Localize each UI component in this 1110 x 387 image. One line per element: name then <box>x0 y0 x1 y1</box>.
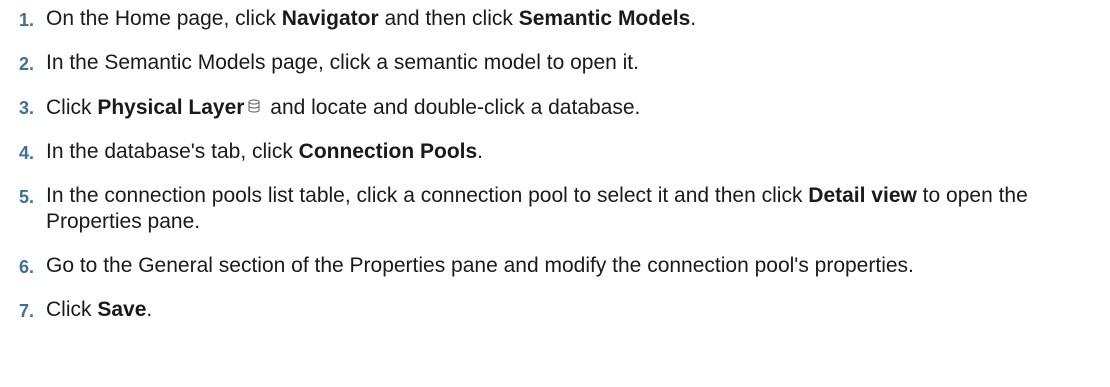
step-3: 3. Click Physical Layer and locate and d… <box>0 94 1110 121</box>
step-number: 3. <box>18 98 34 118</box>
step-5: 5. In the connection pools list table, c… <box>0 183 1110 235</box>
save-label: Save <box>97 298 147 321</box>
step-number: 1. <box>18 10 34 30</box>
step-number: 2. <box>18 54 34 74</box>
detail-view-label: Detail view <box>808 184 917 207</box>
step-number: 5. <box>18 187 34 207</box>
database-icon <box>248 94 261 120</box>
step-2: 2. In the Semantic Models page, click a … <box>0 50 1110 76</box>
procedure-steps: 1. On the Home page, click Navigator and… <box>0 0 1110 323</box>
connection-pools-label: Connection Pools <box>298 140 478 163</box>
step-7: 7. Click Save. <box>0 297 1110 323</box>
physical-layer-label: Physical Layer <box>97 96 245 119</box>
step-6: 6. Go to the General section of the Prop… <box>0 253 1110 279</box>
step-4: 4. In the database's tab, click Connecti… <box>0 139 1110 165</box>
step-1: 1. On the Home page, click Navigator and… <box>0 6 1110 32</box>
step-number: 7. <box>18 301 34 321</box>
navigator-label: Navigator <box>281 7 379 30</box>
semantic-models-label: Semantic Models <box>518 7 691 30</box>
step-number: 6. <box>18 257 34 277</box>
step-number: 4. <box>18 143 34 163</box>
